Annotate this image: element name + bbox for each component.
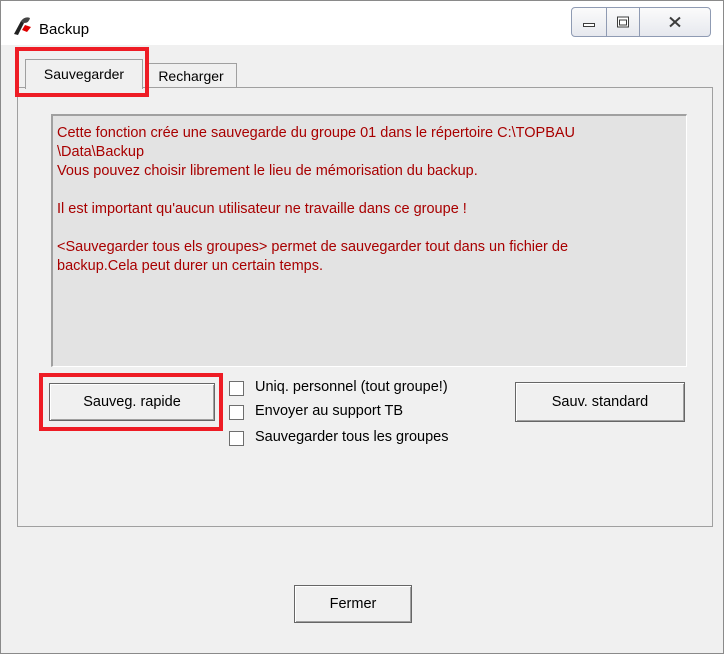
info-line: <Sauvegarder tous els groupes> permet de… [57, 239, 569, 255]
info-line: \Data\Backup [57, 144, 145, 160]
checkbox-box[interactable] [229, 381, 244, 396]
window-title: Backup [39, 21, 90, 38]
close-button[interactable]: Fermer [294, 585, 412, 623]
title-bar[interactable]: Backup [1, 1, 723, 45]
checkbox-label: Sauvegarder tous les groupes [255, 429, 449, 445]
close-window-button[interactable] [639, 7, 711, 37]
checkbox-label: Uniq. personnel (tout groupe!) [255, 379, 448, 395]
maximize-button[interactable] [606, 7, 640, 37]
minimize-button[interactable] [571, 7, 607, 37]
info-line: Cette fonction crée une sauvegarde du gr… [57, 125, 576, 141]
highlight-box-quick-save [39, 373, 223, 431]
standard-save-button[interactable]: Sauv. standard [515, 382, 685, 422]
info-text-box: Cette fonction crée une sauvegarde du gr… [51, 114, 687, 367]
info-line: backup.Cela peut durer un certain temps. [57, 258, 323, 274]
checkbox-box[interactable] [229, 431, 244, 446]
checkbox-box[interactable] [229, 405, 244, 420]
info-line: Vous pouvez choisir librement le lieu de… [57, 163, 478, 179]
backup-window: Backup Sauvegarder Recharger Cette fonct… [0, 0, 724, 654]
info-line: Il est important qu'aucun utilisateur ne… [57, 201, 467, 217]
minimize-icon [583, 23, 595, 27]
close-icon [669, 16, 681, 28]
maximize-icon [617, 16, 629, 28]
checkbox-label: Envoyer au support TB [255, 403, 404, 419]
app-icon [14, 17, 31, 35]
highlight-box-tab [15, 47, 149, 97]
tab-recharger[interactable]: Recharger [145, 63, 237, 87]
